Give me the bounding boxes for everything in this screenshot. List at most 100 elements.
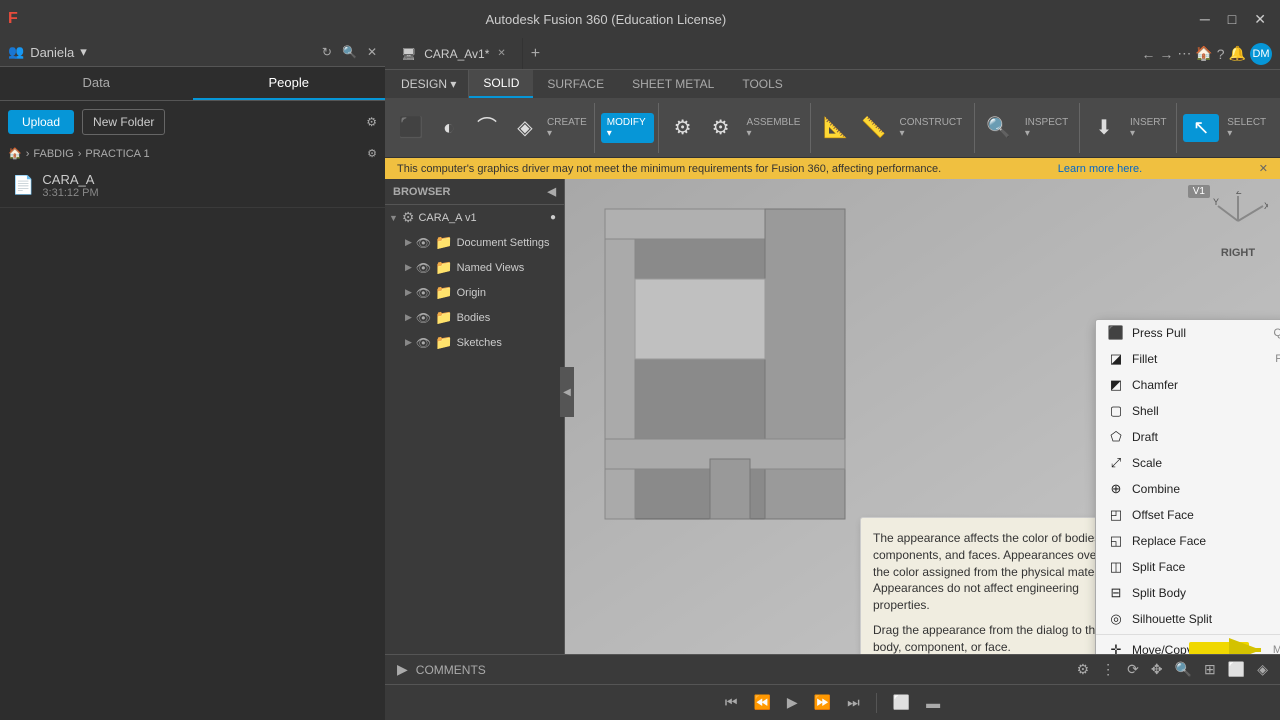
minimize-button[interactable]: ─ bbox=[1194, 9, 1216, 30]
assemble-btn1[interactable]: ⚙ bbox=[665, 114, 701, 142]
menu-item-combine[interactable]: ⊕ Combine bbox=[1096, 476, 1280, 502]
add-tab-button[interactable]: + bbox=[523, 38, 548, 69]
assemble-dropdown-btn[interactable]: ASSEMBLE ▾ bbox=[741, 113, 807, 143]
assemble-btn2[interactable]: ⚙ bbox=[703, 114, 739, 142]
warning-close-icon[interactable]: ✕ bbox=[1259, 162, 1268, 175]
upload-button[interactable]: Upload bbox=[8, 110, 74, 134]
create-loft-btn[interactable]: ◈ bbox=[507, 114, 543, 142]
zoom-icon[interactable]: 🔍 bbox=[1171, 659, 1196, 680]
menu-item-press-pull[interactable]: ⬛ Press Pull Q bbox=[1096, 320, 1280, 346]
select-dropdown-btn[interactable]: SELECT ▾ bbox=[1221, 113, 1272, 143]
breadcrumb-gear-icon[interactable]: ⚙ bbox=[367, 147, 377, 160]
insert-btn1[interactable]: ⬇ bbox=[1086, 114, 1122, 142]
create-sweep-btn[interactable]: ⌒ bbox=[469, 114, 505, 142]
tab-people[interactable]: People bbox=[193, 67, 386, 100]
titlebar: F Autodesk Fusion 360 (Education License… bbox=[0, 0, 1280, 38]
tree-item-doc-settings[interactable]: ▶ 👁 📁 Document Settings bbox=[385, 230, 564, 255]
playback-prev-btn[interactable]: ⏪ bbox=[749, 692, 774, 713]
help-icon[interactable]: ? bbox=[1217, 46, 1225, 62]
create-revolve-btn[interactable]: ◐ bbox=[431, 114, 467, 142]
playback-play-btn[interactable]: ▶ bbox=[783, 692, 802, 713]
right-area: 🖥 CARA_Av1* ✕ + ← → ⋯ 🏠 ? 🔔 DM DESIGN ▾ bbox=[385, 38, 1280, 720]
tree-item-origin[interactable]: ▶ 👁 📁 Origin bbox=[385, 280, 564, 305]
tree-item-sketches[interactable]: ▶ 👁 📁 Sketches bbox=[385, 330, 564, 355]
menu-item-split-body[interactable]: ⊟ Split Body bbox=[1096, 580, 1280, 606]
view-icon[interactable]: ⬜ bbox=[1224, 659, 1249, 680]
assemble-icon2: ⚙ bbox=[712, 118, 730, 138]
search-icon[interactable]: 🔍 bbox=[342, 45, 357, 59]
playback-next-btn[interactable]: ⏩ bbox=[810, 692, 835, 713]
fit-icon[interactable]: ⊞ bbox=[1200, 659, 1220, 680]
orbit-icon[interactable]: ⟳ bbox=[1123, 659, 1143, 680]
refresh-icon[interactable]: ↻ bbox=[322, 45, 332, 59]
tab-close-icon[interactable]: ✕ bbox=[497, 48, 505, 59]
viewport[interactable]: X Y Z RIGHT V1 ⬛ Press Pull Q bbox=[565, 179, 1280, 654]
tab-solid[interactable]: SOLID bbox=[469, 70, 533, 98]
menu-item-fillet[interactable]: ◪ Fillet F bbox=[1096, 346, 1280, 372]
user-dropdown-icon[interactable]: ▾ bbox=[80, 44, 87, 60]
tree-arrow-doc: ▶ bbox=[405, 237, 412, 248]
pan-icon[interactable]: ✥ bbox=[1147, 659, 1167, 680]
home-icon[interactable]: 🏠 bbox=[8, 147, 22, 160]
tree-icon-origin: 📁 bbox=[435, 284, 452, 301]
menu-item-draft[interactable]: ⬠ Draft bbox=[1096, 424, 1280, 450]
tab-nav: ← → ⋯ 🏠 ? 🔔 DM bbox=[1133, 43, 1280, 65]
construct-btn1[interactable]: 📐 bbox=[817, 114, 853, 142]
display-icon[interactable]: ◈ bbox=[1253, 659, 1272, 680]
comments-expand-icon[interactable]: ⋮ bbox=[1097, 659, 1119, 680]
tab-data[interactable]: Data bbox=[0, 67, 193, 100]
version-badge[interactable]: V1 bbox=[1184, 183, 1210, 197]
inspect-btn1[interactable]: 🔍 bbox=[981, 114, 1017, 142]
close-button[interactable]: ✕ bbox=[1248, 9, 1272, 30]
create-extrude-btn[interactable]: ⬛ bbox=[393, 114, 429, 142]
tree-item-named-views[interactable]: ▶ 👁 📁 Named Views bbox=[385, 255, 564, 280]
maximize-button[interactable]: □ bbox=[1222, 9, 1242, 30]
construct-btn2[interactable]: 📏 bbox=[855, 114, 891, 142]
tab-tools[interactable]: TOOLS bbox=[728, 70, 796, 98]
browser-collapse-icon[interactable]: ◀ bbox=[548, 185, 556, 198]
inspect-dropdown-btn[interactable]: INSPECT ▾ bbox=[1019, 113, 1075, 143]
sidebar-close-icon[interactable]: ✕ bbox=[367, 45, 377, 59]
browser-toggle-btn[interactable]: ◀ bbox=[560, 367, 574, 417]
forward-icon[interactable]: → bbox=[1159, 46, 1173, 62]
playback-select-btn[interactable]: ⬜ bbox=[889, 692, 914, 713]
insert-dropdown-btn[interactable]: INSERT ▾ bbox=[1124, 113, 1172, 143]
back-icon[interactable]: ← bbox=[1141, 46, 1155, 62]
user-info[interactable]: 👥 Daniela ▾ bbox=[8, 44, 87, 60]
create-dropdown-btn[interactable]: CREATE ▾ bbox=[545, 113, 590, 143]
tree-item-bodies[interactable]: ▶ 👁 📁 Bodies bbox=[385, 305, 564, 330]
menu-item-replace-face[interactable]: ◱ Replace Face bbox=[1096, 528, 1280, 554]
account-icon[interactable]: DM bbox=[1250, 43, 1272, 65]
playback-timeline-btn[interactable]: ▬ bbox=[922, 693, 944, 713]
design-dropdown[interactable]: DESIGN ▾ bbox=[389, 70, 469, 98]
notification-icon[interactable]: 🔔 bbox=[1229, 45, 1246, 62]
modify-dropdown-btn[interactable]: MODIFY ▾ bbox=[601, 113, 654, 143]
playback-first-btn[interactable]: ⏮ bbox=[721, 692, 742, 713]
breadcrumb-practica[interactable]: PRACTICA 1 bbox=[85, 148, 149, 160]
menu-item-silhouette-split[interactable]: ◎ Silhouette Split bbox=[1096, 606, 1280, 632]
sidebar-settings-icon[interactable]: ⚙ bbox=[366, 115, 377, 129]
menu-item-offset-face[interactable]: ◰ Offset Face bbox=[1096, 502, 1280, 528]
menu-item-scale[interactable]: ⤢ Scale bbox=[1096, 450, 1280, 476]
playback-last-btn[interactable]: ⏭ bbox=[843, 692, 864, 713]
construct-dropdown-btn[interactable]: CONSTRUCT ▾ bbox=[893, 113, 969, 143]
tab-surface[interactable]: SURFACE bbox=[533, 70, 618, 98]
warning-link[interactable]: Learn more here. bbox=[1058, 163, 1142, 175]
window-controls[interactable]: ─ □ ✕ bbox=[1194, 9, 1272, 30]
comments-settings-icon[interactable]: ⚙ bbox=[1073, 659, 1094, 680]
comments-collapse-icon[interactable]: ▶ bbox=[393, 659, 412, 680]
menu-item-shell[interactable]: ▢ Shell bbox=[1096, 398, 1280, 424]
home-nav-icon[interactable]: 🏠 bbox=[1195, 45, 1212, 62]
tree-root-item[interactable]: ▼ ⚙ CARA_A v1 ● bbox=[385, 205, 564, 230]
menu-item-split-face[interactable]: ◫ Split Face bbox=[1096, 554, 1280, 580]
file-tab[interactable]: 🖥 CARA_Av1* ✕ bbox=[385, 38, 523, 69]
tree-eye-views: 👁 bbox=[416, 261, 431, 275]
select-btn1[interactable]: ↖ bbox=[1183, 114, 1219, 142]
file-item[interactable]: 📄 CARA_A 3:31:12 PM bbox=[0, 164, 385, 208]
tab-sheet-metal[interactable]: SHEET METAL bbox=[618, 70, 728, 98]
tab-menu-icon[interactable]: ⋯ bbox=[1177, 45, 1191, 62]
new-folder-button[interactable]: New Folder bbox=[82, 109, 165, 135]
menu-item-chamfer[interactable]: ◩ Chamfer bbox=[1096, 372, 1280, 398]
breadcrumb-fabdig[interactable]: FABDIG bbox=[33, 148, 73, 160]
inspect-icon1: 🔍 bbox=[986, 118, 1011, 138]
